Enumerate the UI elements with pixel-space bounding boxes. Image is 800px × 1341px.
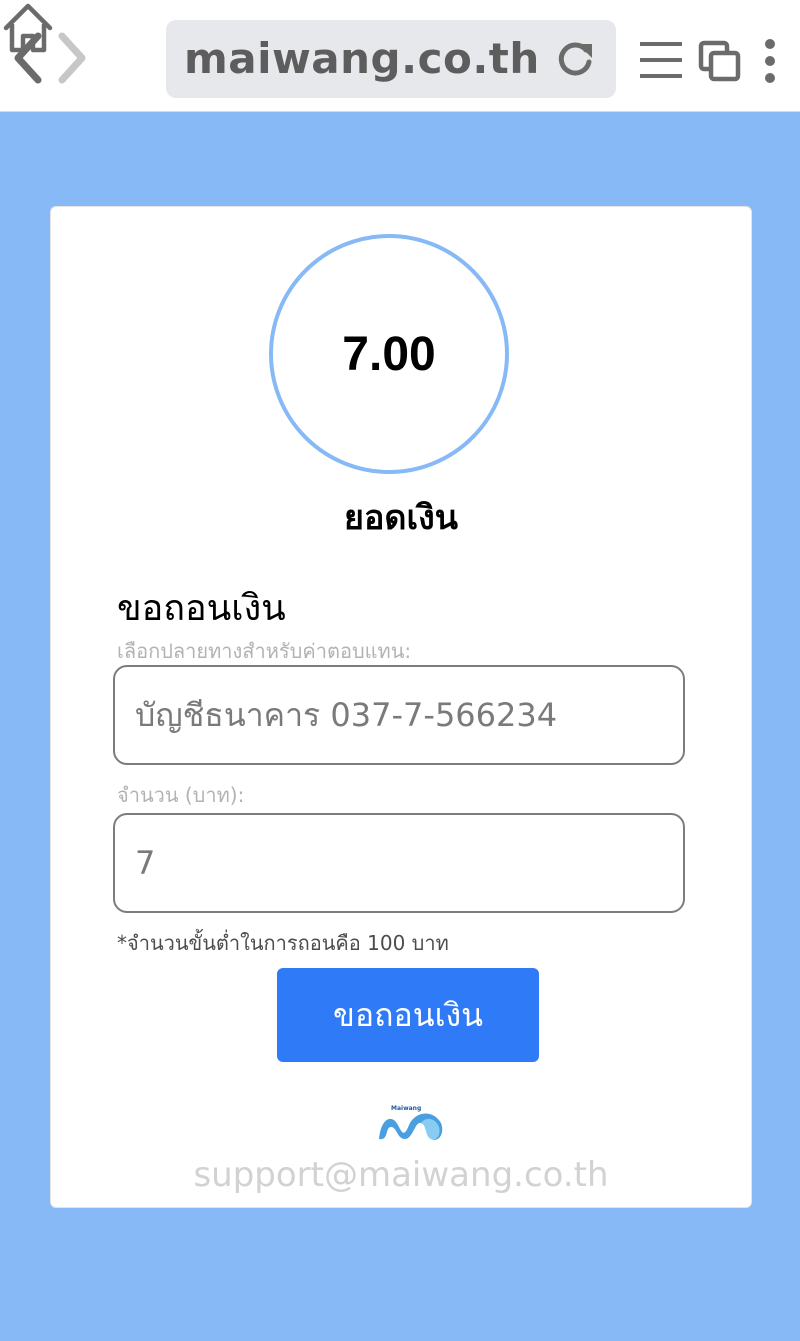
- url-text: maiwang.co.th: [184, 34, 540, 83]
- balance-label: ยอดเงิน: [344, 498, 458, 538]
- tabs-icon[interactable]: [698, 40, 742, 82]
- destination-select[interactable]: บัญชีธนาคาร 037-7-566234: [113, 665, 685, 765]
- address-bar[interactable]: maiwang.co.th: [166, 20, 616, 98]
- withdraw-title: ขอถอนเงิน: [117, 588, 286, 629]
- balance-value: 7.00: [342, 327, 436, 381]
- destination-value: บัญชีธนาคาร 037-7-566234: [135, 695, 558, 734]
- maiwang-logo: Maiwang: [375, 1105, 445, 1147]
- minimum-withdraw-note: *จำนวนขั้นต่ำในการถอนคือ 100 บาท: [117, 931, 449, 955]
- withdraw-card: 7.00 ยอดเงิน ขอถอนเงิน เลือกปลายทางสำหรั…: [50, 206, 752, 1208]
- chevron-right-icon[interactable]: [52, 28, 92, 88]
- more-vertical-icon[interactable]: [760, 38, 780, 84]
- withdraw-submit-button[interactable]: ขอถอนเงิน: [277, 968, 539, 1062]
- amount-input[interactable]: 7: [113, 813, 685, 913]
- chevron-left-icon[interactable]: [8, 28, 48, 88]
- browser-toolbar: maiwang.co.th: [0, 0, 800, 112]
- balance-circle: 7.00: [269, 234, 509, 474]
- amount-value: 7: [135, 844, 156, 882]
- reload-icon[interactable]: [554, 38, 596, 80]
- destination-label: เลือกปลายทางสำหรับค่าตอบแทน:: [117, 639, 412, 663]
- amount-label: จำนวน (บาท):: [117, 783, 245, 807]
- support-email[interactable]: support@maiwang.co.th: [51, 1155, 751, 1195]
- logo-text: Maiwang: [391, 1105, 422, 1112]
- hamburger-menu-icon[interactable]: [638, 40, 684, 80]
